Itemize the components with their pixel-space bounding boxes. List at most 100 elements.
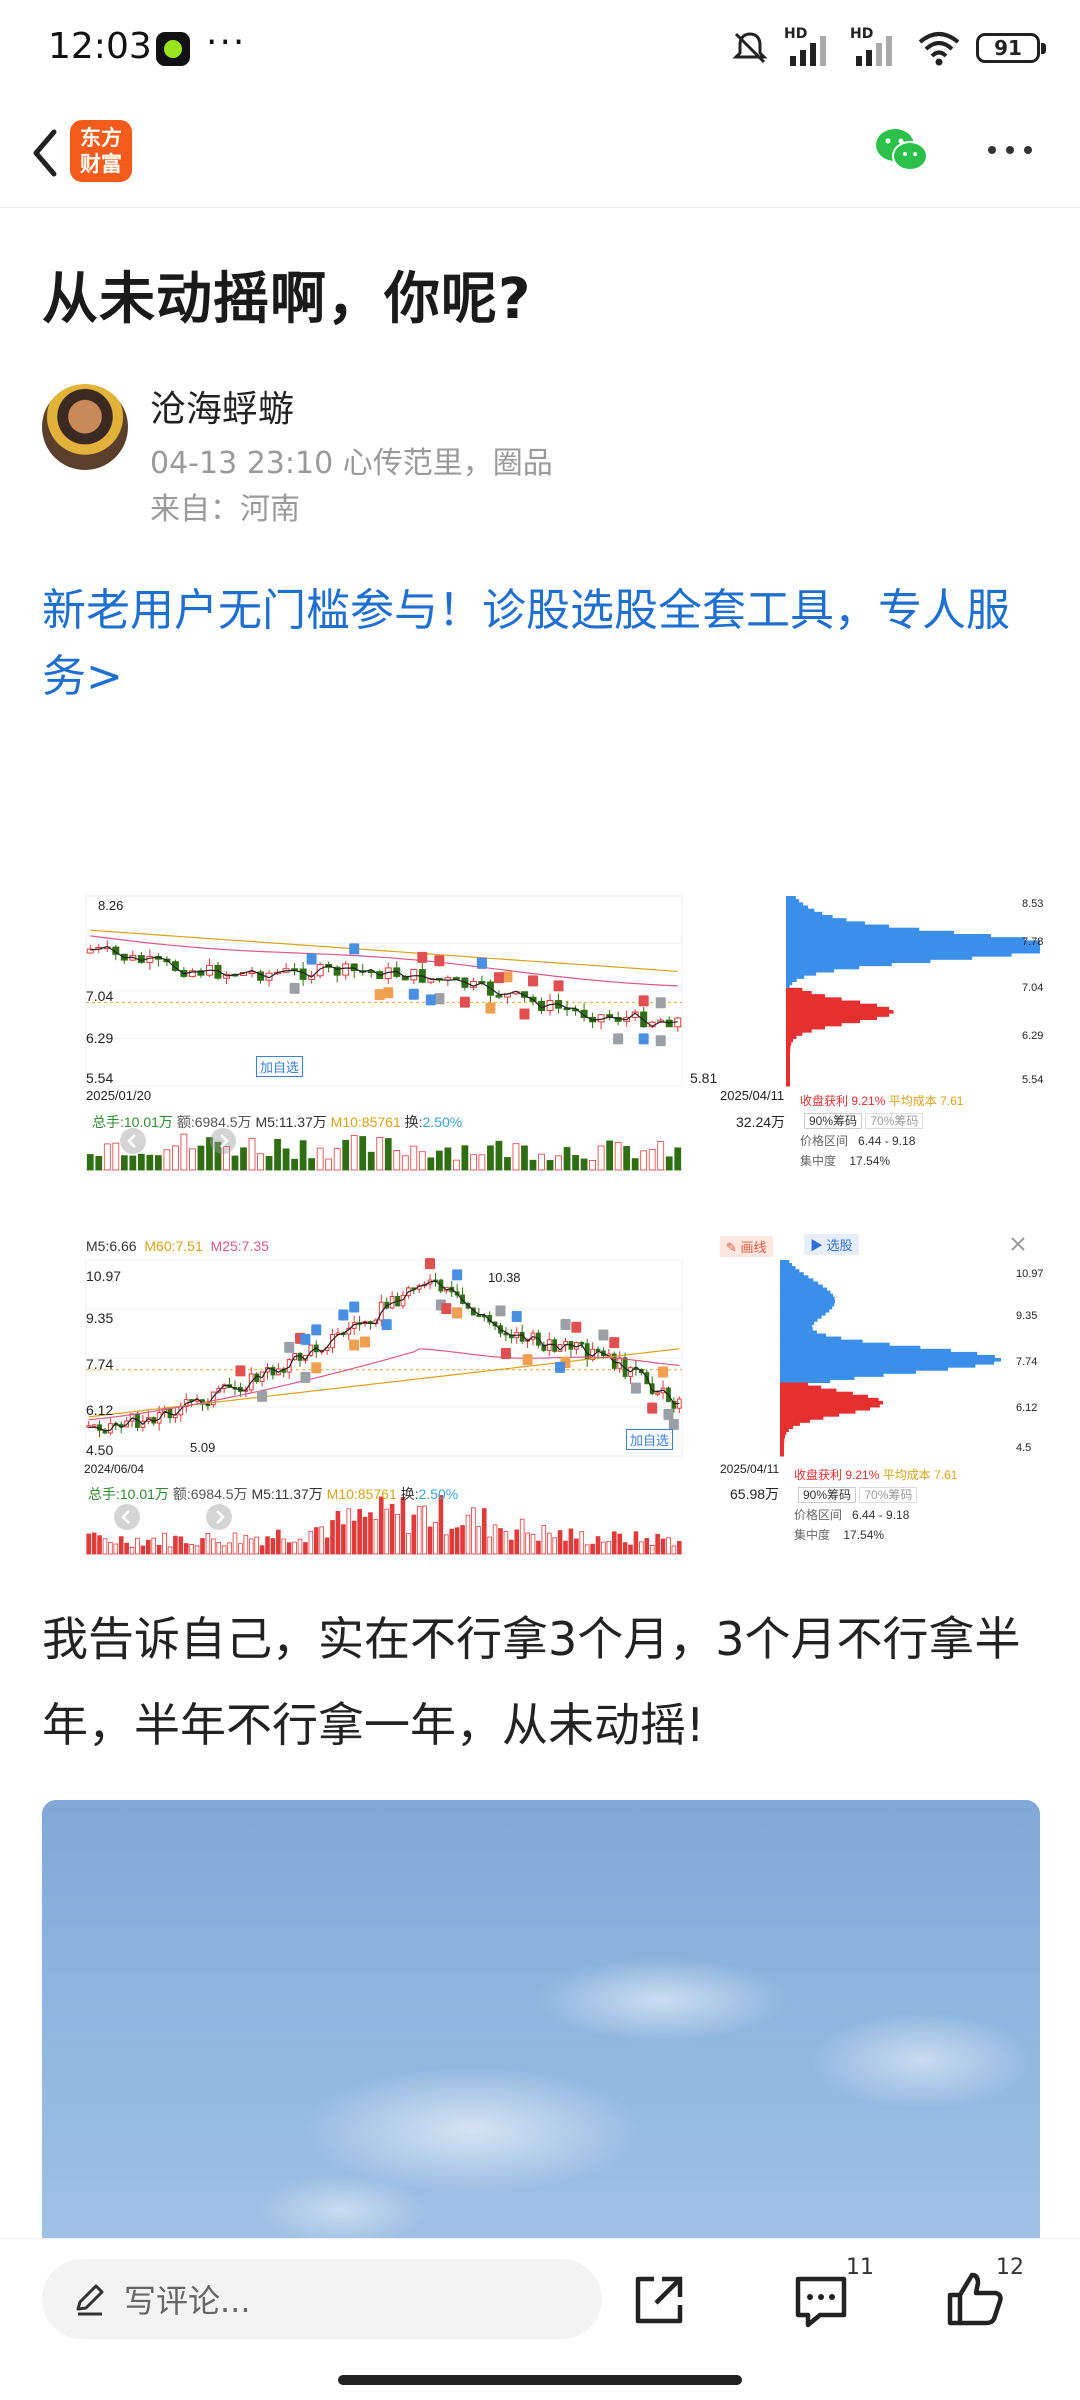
volume-bar xyxy=(557,1530,563,1555)
signal-marker xyxy=(425,994,436,1006)
chip-bar xyxy=(786,956,973,960)
c1-turnover: 2.50% xyxy=(422,1114,463,1130)
volume-bar xyxy=(471,1507,476,1555)
eastmoney-logo: 东方 财富 xyxy=(70,120,132,182)
volume-bar xyxy=(639,1541,644,1555)
c2-next-arrow-icon[interactable] xyxy=(204,1502,234,1532)
comment-input[interactable]: 写评论... xyxy=(42,2259,602,2339)
volume-bar xyxy=(418,1151,426,1171)
chip-bar xyxy=(786,1006,890,1011)
chip-bar xyxy=(780,1416,824,1420)
candle-body xyxy=(563,1341,568,1345)
volume-bar xyxy=(454,1527,460,1555)
sky-photo[interactable] xyxy=(42,1800,1040,2240)
chip-bar xyxy=(780,1410,856,1414)
c2-chip70-tab[interactable]: 70%筹码 xyxy=(859,1487,918,1503)
author-name[interactable]: 沧海蜉蝣 xyxy=(150,380,294,432)
candle-body xyxy=(655,1392,661,1395)
volume-bar xyxy=(584,1544,590,1555)
volume-bar xyxy=(276,1529,281,1555)
signal-marker xyxy=(374,989,385,1001)
chip-bar xyxy=(780,1422,800,1426)
volume-bar xyxy=(622,1542,628,1555)
volume-bar xyxy=(541,1524,547,1555)
chip-bar xyxy=(780,1443,785,1448)
volume-bar xyxy=(113,1543,119,1555)
volume-bar xyxy=(216,1541,222,1555)
volume-bar xyxy=(325,1158,333,1171)
c2-prev-arrow-icon[interactable] xyxy=(112,1502,142,1532)
volume-bar xyxy=(563,1147,571,1171)
signal-icon-2: HD xyxy=(850,26,902,68)
kline-chart-1[interactable]: 8.26 7.04 6.29 5.54 5.81 加自选 2025/01/20 … xyxy=(84,890,1043,1202)
signal-marker xyxy=(555,1361,566,1373)
volume-bar xyxy=(346,1508,352,1555)
back-arrow-icon[interactable] xyxy=(18,118,78,188)
signal-marker xyxy=(511,1311,522,1323)
c1-ytick: 7.04 xyxy=(86,988,114,1004)
volume-bar xyxy=(270,1538,276,1555)
c2-draw-line-label: 画线 xyxy=(740,1240,767,1255)
volume-bar xyxy=(546,1532,552,1555)
c2-avg: 7.61 xyxy=(934,1468,958,1482)
volume-bar xyxy=(393,1150,401,1171)
c2-close-icon[interactable] xyxy=(1008,1234,1028,1254)
volume-bar xyxy=(86,1533,92,1555)
c2-draw-line-button[interactable]: ✎ 画线 xyxy=(720,1236,773,1257)
volume-bar xyxy=(614,1142,622,1171)
volume-bar xyxy=(628,1544,633,1555)
c2-rtick: 10.97 xyxy=(1016,1268,1044,1280)
c2-turnover-label: 换: xyxy=(400,1486,419,1502)
top-nav-bar: 东方 财富 xyxy=(0,100,1080,208)
volume-bar xyxy=(465,1514,471,1555)
kline-chart-2[interactable]: M5:6.66 M60:7.51 M25:7.35 ✎ 画线 ▶ 选股 10.9… xyxy=(84,1226,1044,1560)
chip-bar xyxy=(780,1315,822,1319)
wechat-share-icon[interactable] xyxy=(872,124,932,176)
volume-bar xyxy=(509,1539,514,1555)
c2-select-stock-button[interactable]: ▶ 选股 xyxy=(804,1234,859,1255)
chip-bar xyxy=(786,1063,791,1068)
chip-bar xyxy=(780,1434,786,1439)
c1-avg-label: 平均成本 xyxy=(888,1094,937,1108)
volume-bar xyxy=(259,1545,265,1555)
volume-bar xyxy=(292,1541,297,1555)
c1-add-watchlist[interactable]: 加自选 xyxy=(256,1056,304,1077)
volume-bar xyxy=(180,1133,188,1171)
signal-marker xyxy=(338,1309,349,1321)
signal-marker xyxy=(495,1305,506,1317)
volume-bar xyxy=(400,1497,406,1555)
signal-marker xyxy=(500,1347,511,1359)
c2-max-label: 10.38 xyxy=(488,1270,521,1285)
c1-prev-arrow-icon[interactable] xyxy=(118,1126,148,1156)
more-options-icon[interactable] xyxy=(980,124,1040,176)
c1-chip70-tab[interactable]: 70%筹码 xyxy=(865,1113,924,1129)
volume-bar xyxy=(146,1154,154,1171)
c2-rtick: 9.35 xyxy=(1016,1310,1038,1322)
volume-bar xyxy=(595,1536,601,1555)
volume-bar xyxy=(197,1145,205,1171)
volume-bar xyxy=(286,1542,292,1555)
chip-bar xyxy=(780,1391,853,1396)
signal-marker xyxy=(452,1269,463,1281)
volume-bar xyxy=(257,1153,264,1171)
volume-bar xyxy=(240,1147,247,1171)
volume-bar xyxy=(316,1147,324,1171)
promo-link[interactable]: 新老用户无门槛参与！诊股选股全套工具，专人服务> xyxy=(42,578,1042,710)
author-avatar[interactable] xyxy=(42,384,128,470)
candle-body xyxy=(146,955,154,963)
chip-bar xyxy=(780,1309,830,1313)
share-icon[interactable] xyxy=(624,2265,694,2335)
c1-range: 6.44 - 9.18 xyxy=(858,1134,916,1148)
c2-add-watchlist[interactable]: 加自选 xyxy=(626,1429,674,1450)
c1-chip90-tab[interactable]: 90%筹码 xyxy=(804,1113,863,1129)
chip-bar xyxy=(780,1342,890,1347)
chip-bar xyxy=(786,1003,878,1008)
c2-chip90-tab[interactable]: 90%筹码 xyxy=(798,1487,857,1503)
chip-bar xyxy=(786,959,931,963)
c2-cost-panel: 收盘获利 9.21% 平均成本 7.61 90%筹码 70%筹码 价格区间 6.… xyxy=(794,1464,1040,1560)
c1-next-arrow-icon[interactable] xyxy=(208,1126,238,1156)
volume-bar xyxy=(173,1535,178,1555)
chip-bar xyxy=(786,927,920,932)
c2-vol-total: 总手:10.01万 xyxy=(88,1486,169,1502)
volume-bar xyxy=(461,1145,469,1171)
